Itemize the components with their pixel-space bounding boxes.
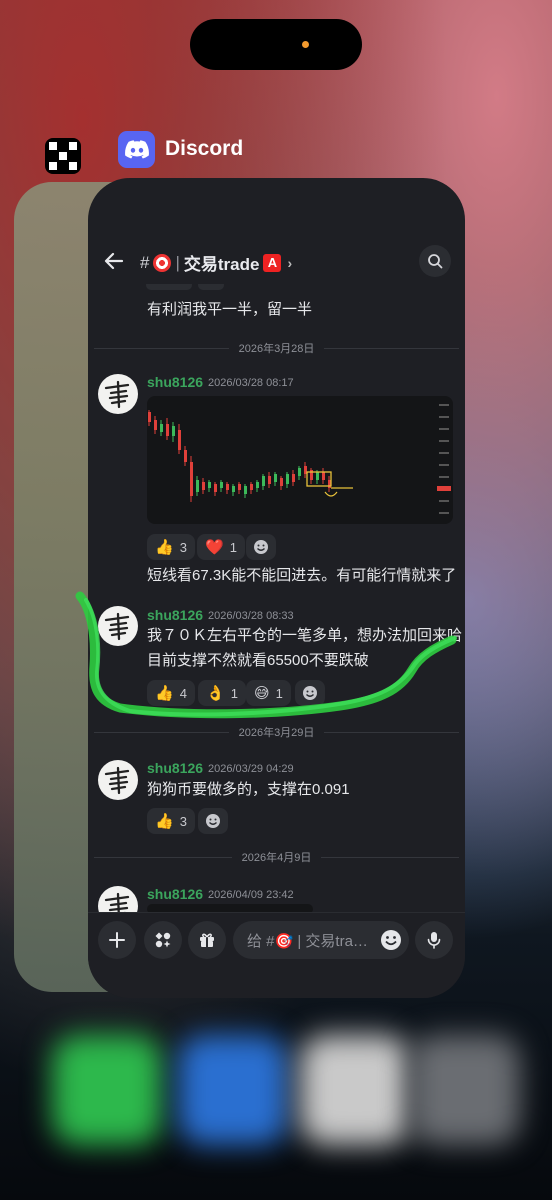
channel-header: # | 交易trade A › xyxy=(88,238,465,284)
reaction-chip-partial[interactable] xyxy=(146,284,192,290)
reaction-chip[interactable]: 😅 1 xyxy=(246,680,291,706)
reaction-count: 1 xyxy=(230,685,238,701)
reaction-emoji: 👍 xyxy=(155,813,174,830)
dock-app-phone[interactable] xyxy=(52,1035,162,1145)
calligraphy-avatar-icon xyxy=(104,892,130,912)
app-name-label: Discord xyxy=(165,137,244,160)
title-separator: | xyxy=(175,252,180,272)
avatar[interactable] xyxy=(98,606,138,646)
reaction-count: 4 xyxy=(179,685,187,701)
search-button[interactable] xyxy=(419,245,451,277)
reaction-count: 3 xyxy=(179,539,187,555)
add-reaction-button[interactable] xyxy=(246,534,276,560)
avatar[interactable] xyxy=(98,374,138,414)
calligraphy-avatar-icon xyxy=(104,766,130,795)
image-attachment-partial[interactable] xyxy=(147,904,313,912)
avatar[interactable] xyxy=(98,886,138,912)
date-divider: 2026年3月28日 xyxy=(94,341,460,355)
timestamp: 2026/04/09 23:42 xyxy=(208,889,294,901)
voice-message-button[interactable] xyxy=(415,921,453,959)
reaction-emoji: 👍 xyxy=(155,685,174,702)
search-icon xyxy=(428,254,443,269)
reaction-chip[interactable]: 👍 4 xyxy=(147,680,195,706)
reaction-chip[interactable]: 👍 3 xyxy=(147,534,195,560)
reaction-count: 1 xyxy=(229,539,237,555)
message-composer: 给 #🎯 | 交易tra… xyxy=(88,912,465,998)
reaction-chip[interactable]: 👍 3 xyxy=(147,808,195,834)
reaction-count: 1 xyxy=(275,685,283,701)
dock-app-other[interactable] xyxy=(410,1035,520,1145)
candlestick-chart-icon xyxy=(148,404,451,514)
channel-title[interactable]: # | 交易trade A › xyxy=(140,250,292,275)
timestamp: 2026/03/28 08:17 xyxy=(208,377,294,389)
dock-app-browser[interactable] xyxy=(178,1035,288,1145)
discord-app-card[interactable]: # | 交易trade A › 有利润我平一半，留一半 2026年3月28日 s… xyxy=(88,178,465,998)
dock-app-chrome[interactable] xyxy=(300,1035,410,1145)
target-emoji-icon xyxy=(153,253,172,272)
timestamp: 2026/03/28 08:33 xyxy=(208,610,294,622)
red-a-badge-icon: A xyxy=(263,253,282,272)
date-divider: 2026年3月29日 xyxy=(94,725,460,739)
apps-icon xyxy=(155,932,171,948)
username[interactable]: shu8126 xyxy=(147,374,203,390)
message-text-line: 目前支撑不然就看65500不要跌破 xyxy=(147,652,369,669)
reaction-count: 3 xyxy=(179,813,187,829)
reaction-emoji: 👌 xyxy=(206,685,225,702)
reaction-emoji: 😅 xyxy=(254,685,270,702)
calligraphy-avatar-icon xyxy=(104,380,130,409)
channel-name: 交易trade xyxy=(183,255,260,274)
message-text: 短线看67.3K能不能回进去。有可能行情就来了 xyxy=(147,567,457,584)
dynamic-island xyxy=(190,19,362,70)
gift-button[interactable] xyxy=(188,921,226,959)
chevron-right-icon: › xyxy=(287,254,293,271)
reaction-emoji: 👍 xyxy=(155,539,174,556)
add-reaction-button[interactable] xyxy=(198,808,228,834)
chart-screenshot-image[interactable] xyxy=(147,396,453,524)
reaction-emoji: ❤️ xyxy=(205,539,224,556)
message-input[interactable]: 给 #🎯 | 交易tra… xyxy=(233,921,409,959)
discord-app-icon[interactable] xyxy=(118,131,155,168)
okx-app-icon[interactable] xyxy=(45,138,81,174)
emoji-icon[interactable] xyxy=(377,926,405,954)
plus-icon xyxy=(109,932,125,948)
username[interactable]: shu8126 xyxy=(147,760,203,776)
timestamp: 2026/03/29 04:29 xyxy=(208,763,294,775)
discord-logo-icon xyxy=(124,139,149,158)
username[interactable]: shu8126 xyxy=(147,607,203,623)
microphone-icon xyxy=(427,932,441,949)
message-text: 狗狗币要做多的，支撑在0.091 xyxy=(147,781,350,798)
add-reaction-icon xyxy=(303,686,317,700)
add-reaction-icon xyxy=(206,814,220,828)
username[interactable]: shu8126 xyxy=(147,886,203,902)
message-text: 有利润我平一半，留一半 xyxy=(147,301,313,318)
add-reaction-button[interactable] xyxy=(295,680,325,706)
message-input-placeholder: 给 #🎯 | 交易tra… xyxy=(247,932,368,950)
message-feed[interactable]: 有利润我平一半，留一半 2026年3月28日 shu8126 2026/03/2… xyxy=(88,284,465,912)
reaction-chip[interactable]: ❤️ 1 xyxy=(197,534,245,560)
back-arrow-icon[interactable] xyxy=(102,249,126,273)
attach-button[interactable] xyxy=(98,921,136,959)
privacy-indicator-dot xyxy=(302,41,309,48)
gift-icon xyxy=(200,933,214,947)
date-divider: 2026年4月9日 xyxy=(94,850,459,864)
reaction-chip[interactable]: 👌 1 xyxy=(198,680,246,706)
add-reaction-icon xyxy=(254,540,268,554)
apps-button[interactable] xyxy=(144,921,182,959)
channel-hash: # xyxy=(140,252,150,272)
reaction-add-partial[interactable] xyxy=(198,284,224,290)
message-text-line: 我７０Ｋ左右平仓的一笔多单，想办法加回来哈 xyxy=(147,627,463,644)
calligraphy-avatar-icon xyxy=(104,612,130,641)
avatar[interactable] xyxy=(98,760,138,800)
